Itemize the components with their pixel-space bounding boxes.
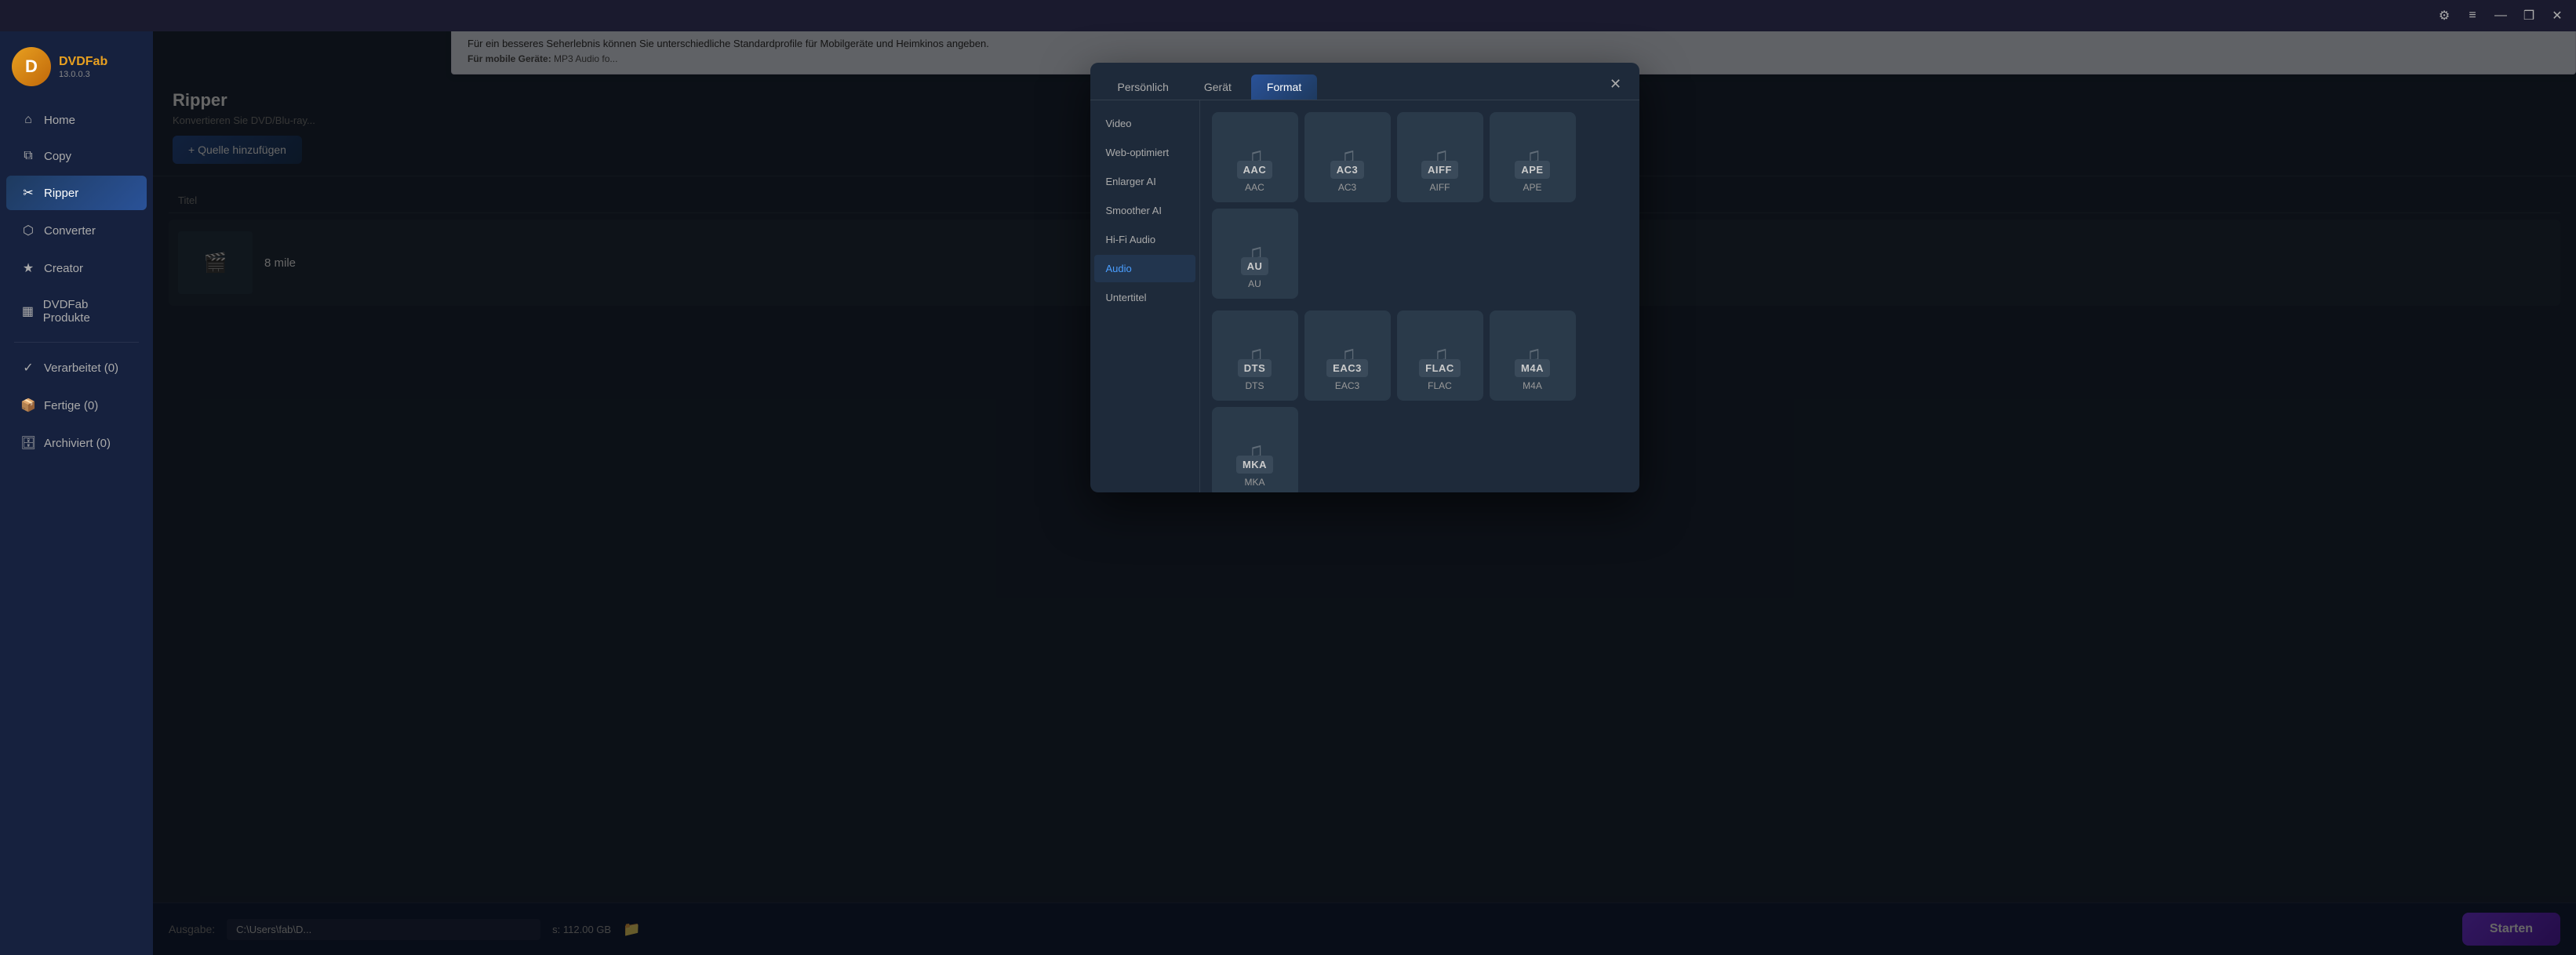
format-dialog: ✕ Persönlich Gerät Format Video Web-opti…	[1090, 63, 1639, 492]
close-button[interactable]: ✕	[2546, 5, 2568, 27]
format-grid-row1: ♫ AAC AAC ♫ AC3 AC3	[1212, 112, 1628, 299]
processed-icon: ✓	[20, 360, 36, 376]
sidebar-item-label: Archiviert (0)	[44, 437, 111, 450]
format-name-m4a: M4A	[1523, 380, 1542, 391]
sidebar-item-creator[interactable]: ★ Creator	[6, 251, 147, 285]
format-label-flac: FLAC	[1419, 359, 1461, 377]
format-card-eac3[interactable]: ♫ EAC3 EAC3	[1304, 310, 1391, 401]
main-content: Für ein besseres Seherlebnis können Sie …	[153, 31, 2576, 955]
format-name-mka: MKA	[1244, 477, 1264, 488]
tab-format[interactable]: Format	[1251, 74, 1317, 100]
logo-icon: D	[12, 47, 51, 86]
ripper-icon: ✂	[20, 185, 36, 201]
format-label-dts: DTS	[1238, 359, 1272, 377]
logo-area: D DVDFab 13.0.0.3	[0, 39, 153, 102]
format-label-aiff: AIFF	[1421, 161, 1458, 179]
format-label-ape: APE	[1515, 161, 1549, 179]
format-label-m4a: M4A	[1515, 359, 1550, 377]
format-label-mka: MKA	[1236, 456, 1273, 474]
sidebar-web[interactable]: Web-optimiert	[1094, 139, 1195, 166]
format-dialog-overlay: ✕ Persönlich Gerät Format Video Web-opti…	[153, 31, 2576, 955]
dialog-tabs: Persönlich Gerät Format	[1090, 63, 1639, 100]
format-label-ac3: AC3	[1330, 161, 1365, 179]
sidebar-item-label: Verarbeitet (0)	[44, 361, 118, 375]
format-card-ape[interactable]: ♫ APE APE	[1490, 112, 1576, 202]
finished-icon: 📦	[20, 398, 36, 413]
copy-icon: ⧉	[20, 149, 36, 163]
dialog-sidebar: Video Web-optimiert Enlarger AI Smoother…	[1090, 100, 1200, 492]
format-name-aac: AAC	[1245, 182, 1264, 193]
tab-geraet[interactable]: Gerät	[1188, 74, 1247, 100]
format-card-au[interactable]: ♫ AU AU	[1212, 209, 1298, 299]
title-bar: ⚙ ≡ — ❒ ✕	[0, 0, 2576, 31]
sidebar-item-label: DVDFab Produkte	[43, 298, 133, 325]
format-label-eac3: EAC3	[1326, 359, 1368, 377]
converter-icon: ⬡	[20, 223, 36, 238]
sidebar-audio[interactable]: Audio	[1094, 255, 1195, 282]
dialog-close-button[interactable]: ✕	[1604, 72, 1628, 96]
creator-icon: ★	[20, 260, 36, 276]
sidebar-item-label: Creator	[44, 262, 83, 275]
format-card-mka[interactable]: ♫ MKA MKA	[1212, 407, 1298, 492]
sidebar-item-home[interactable]: ⌂ Home	[6, 103, 147, 136]
format-card-flac[interactable]: ♫ FLAC FLAC	[1397, 310, 1483, 401]
menu-button[interactable]: ≡	[2461, 5, 2483, 27]
sidebar-video[interactable]: Video	[1094, 110, 1195, 137]
sidebar-item-label: Ripper	[44, 187, 78, 200]
title-bar-buttons: ⚙ ≡ — ❒ ✕	[2433, 5, 2568, 27]
nav-divider	[14, 342, 139, 343]
format-name-ac3: AC3	[1338, 182, 1356, 193]
sidebar-item-converter[interactable]: ⬡ Converter	[6, 213, 147, 248]
format-card-dts[interactable]: ♫ DTS DTS	[1212, 310, 1298, 401]
maximize-button[interactable]: ❒	[2518, 5, 2540, 27]
minimize-button[interactable]: —	[2490, 5, 2512, 27]
sidebar-untertitel[interactable]: Untertitel	[1094, 284, 1195, 311]
sidebar-enlarger[interactable]: Enlarger AI	[1094, 168, 1195, 195]
sidebar-smoother[interactable]: Smoother AI	[1094, 197, 1195, 224]
format-card-m4a[interactable]: ♫ M4A M4A	[1490, 310, 1576, 401]
sidebar-hifi[interactable]: Hi-Fi Audio	[1094, 226, 1195, 253]
format-name-ape: APE	[1523, 182, 1541, 193]
sidebar-item-ripper[interactable]: ✂ Ripper	[6, 176, 147, 210]
app-container: D DVDFab 13.0.0.3 ⌂ Home ⧉ Copy ✂ Ripper…	[0, 31, 2576, 955]
format-grid-row2: ♫ DTS DTS ♫ EAC3 EAC3	[1212, 310, 1628, 492]
sidebar-item-label: Converter	[44, 224, 96, 238]
logo-version: 13.0.0.3	[59, 70, 107, 79]
logo-name: DVDFab	[59, 54, 107, 69]
format-card-aiff[interactable]: ♫ AIFF AIFF	[1397, 112, 1483, 202]
format-name-flac: FLAC	[1428, 380, 1452, 391]
format-card-aac[interactable]: ♫ AAC AAC	[1212, 112, 1298, 202]
format-name-au: AU	[1248, 278, 1261, 289]
format-card-ac3[interactable]: ♫ AC3 AC3	[1304, 112, 1391, 202]
sidebar-item-label: Home	[44, 114, 75, 127]
sidebar-item-label: Fertige (0)	[44, 399, 98, 412]
tab-persoenlich[interactable]: Persönlich	[1102, 74, 1184, 100]
sidebar-item-finished[interactable]: 📦 Fertige (0)	[6, 388, 147, 423]
format-name-dts: DTS	[1246, 380, 1264, 391]
home-icon: ⌂	[20, 113, 36, 127]
sidebar-item-processed[interactable]: ✓ Verarbeitet (0)	[6, 350, 147, 385]
dialog-body: Video Web-optimiert Enlarger AI Smoother…	[1090, 100, 1639, 492]
format-label-au: AU	[1241, 257, 1269, 275]
format-name-eac3: EAC3	[1335, 380, 1359, 391]
archived-icon: 🗄	[20, 435, 36, 451]
sidebar-item-archived[interactable]: 🗄 Archiviert (0)	[6, 426, 147, 460]
format-label-aac: AAC	[1237, 161, 1273, 179]
settings-button[interactable]: ⚙	[2433, 5, 2455, 27]
sidebar-item-copy[interactable]: ⧉ Copy	[6, 140, 147, 172]
sidebar-item-dvdfab-products[interactable]: ▦ DVDFab Produkte	[6, 289, 147, 334]
format-grid-container: ♫ AAC AAC ♫ AC3 AC3	[1200, 100, 1639, 492]
sidebar-item-label: Copy	[44, 150, 71, 163]
products-icon: ▦	[20, 303, 35, 319]
sidebar: D DVDFab 13.0.0.3 ⌂ Home ⧉ Copy ✂ Ripper…	[0, 31, 153, 955]
format-name-aiff: AIFF	[1430, 182, 1450, 193]
